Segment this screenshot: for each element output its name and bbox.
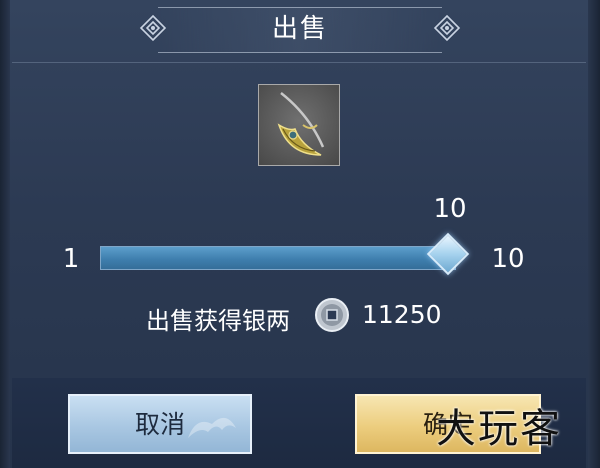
site-watermark: 大玩客 (436, 406, 562, 452)
earnings-row: 出售获得银两 11250 (0, 295, 600, 335)
item-slot[interactable] (258, 84, 340, 166)
silver-coin-icon (315, 298, 349, 332)
right-frame-edge (588, 0, 600, 468)
slider-max-label: 10 (491, 244, 525, 274)
header-divider (12, 62, 586, 63)
cancel-button-label: 取消 (134, 410, 185, 439)
dialog-title: 出售 (271, 14, 328, 44)
earnings-label: 出售获得银两 (146, 307, 290, 335)
selected-quantity: 10 (433, 194, 467, 224)
left-frame-edge (0, 0, 10, 468)
sell-dialog: 出售 10 1 10 出售获得银两 11250 取消 确定 大玩客 (0, 0, 600, 468)
cancel-button[interactable]: 取消 (68, 394, 252, 454)
quantity-slider-fill (101, 247, 455, 269)
cloud-swirl-icon (188, 417, 236, 438)
slider-min-label: 1 (62, 244, 80, 274)
crescent-blade-icon (277, 92, 325, 156)
earnings-amount: 11250 (362, 300, 442, 329)
quantity-slider-track[interactable] (100, 246, 456, 270)
